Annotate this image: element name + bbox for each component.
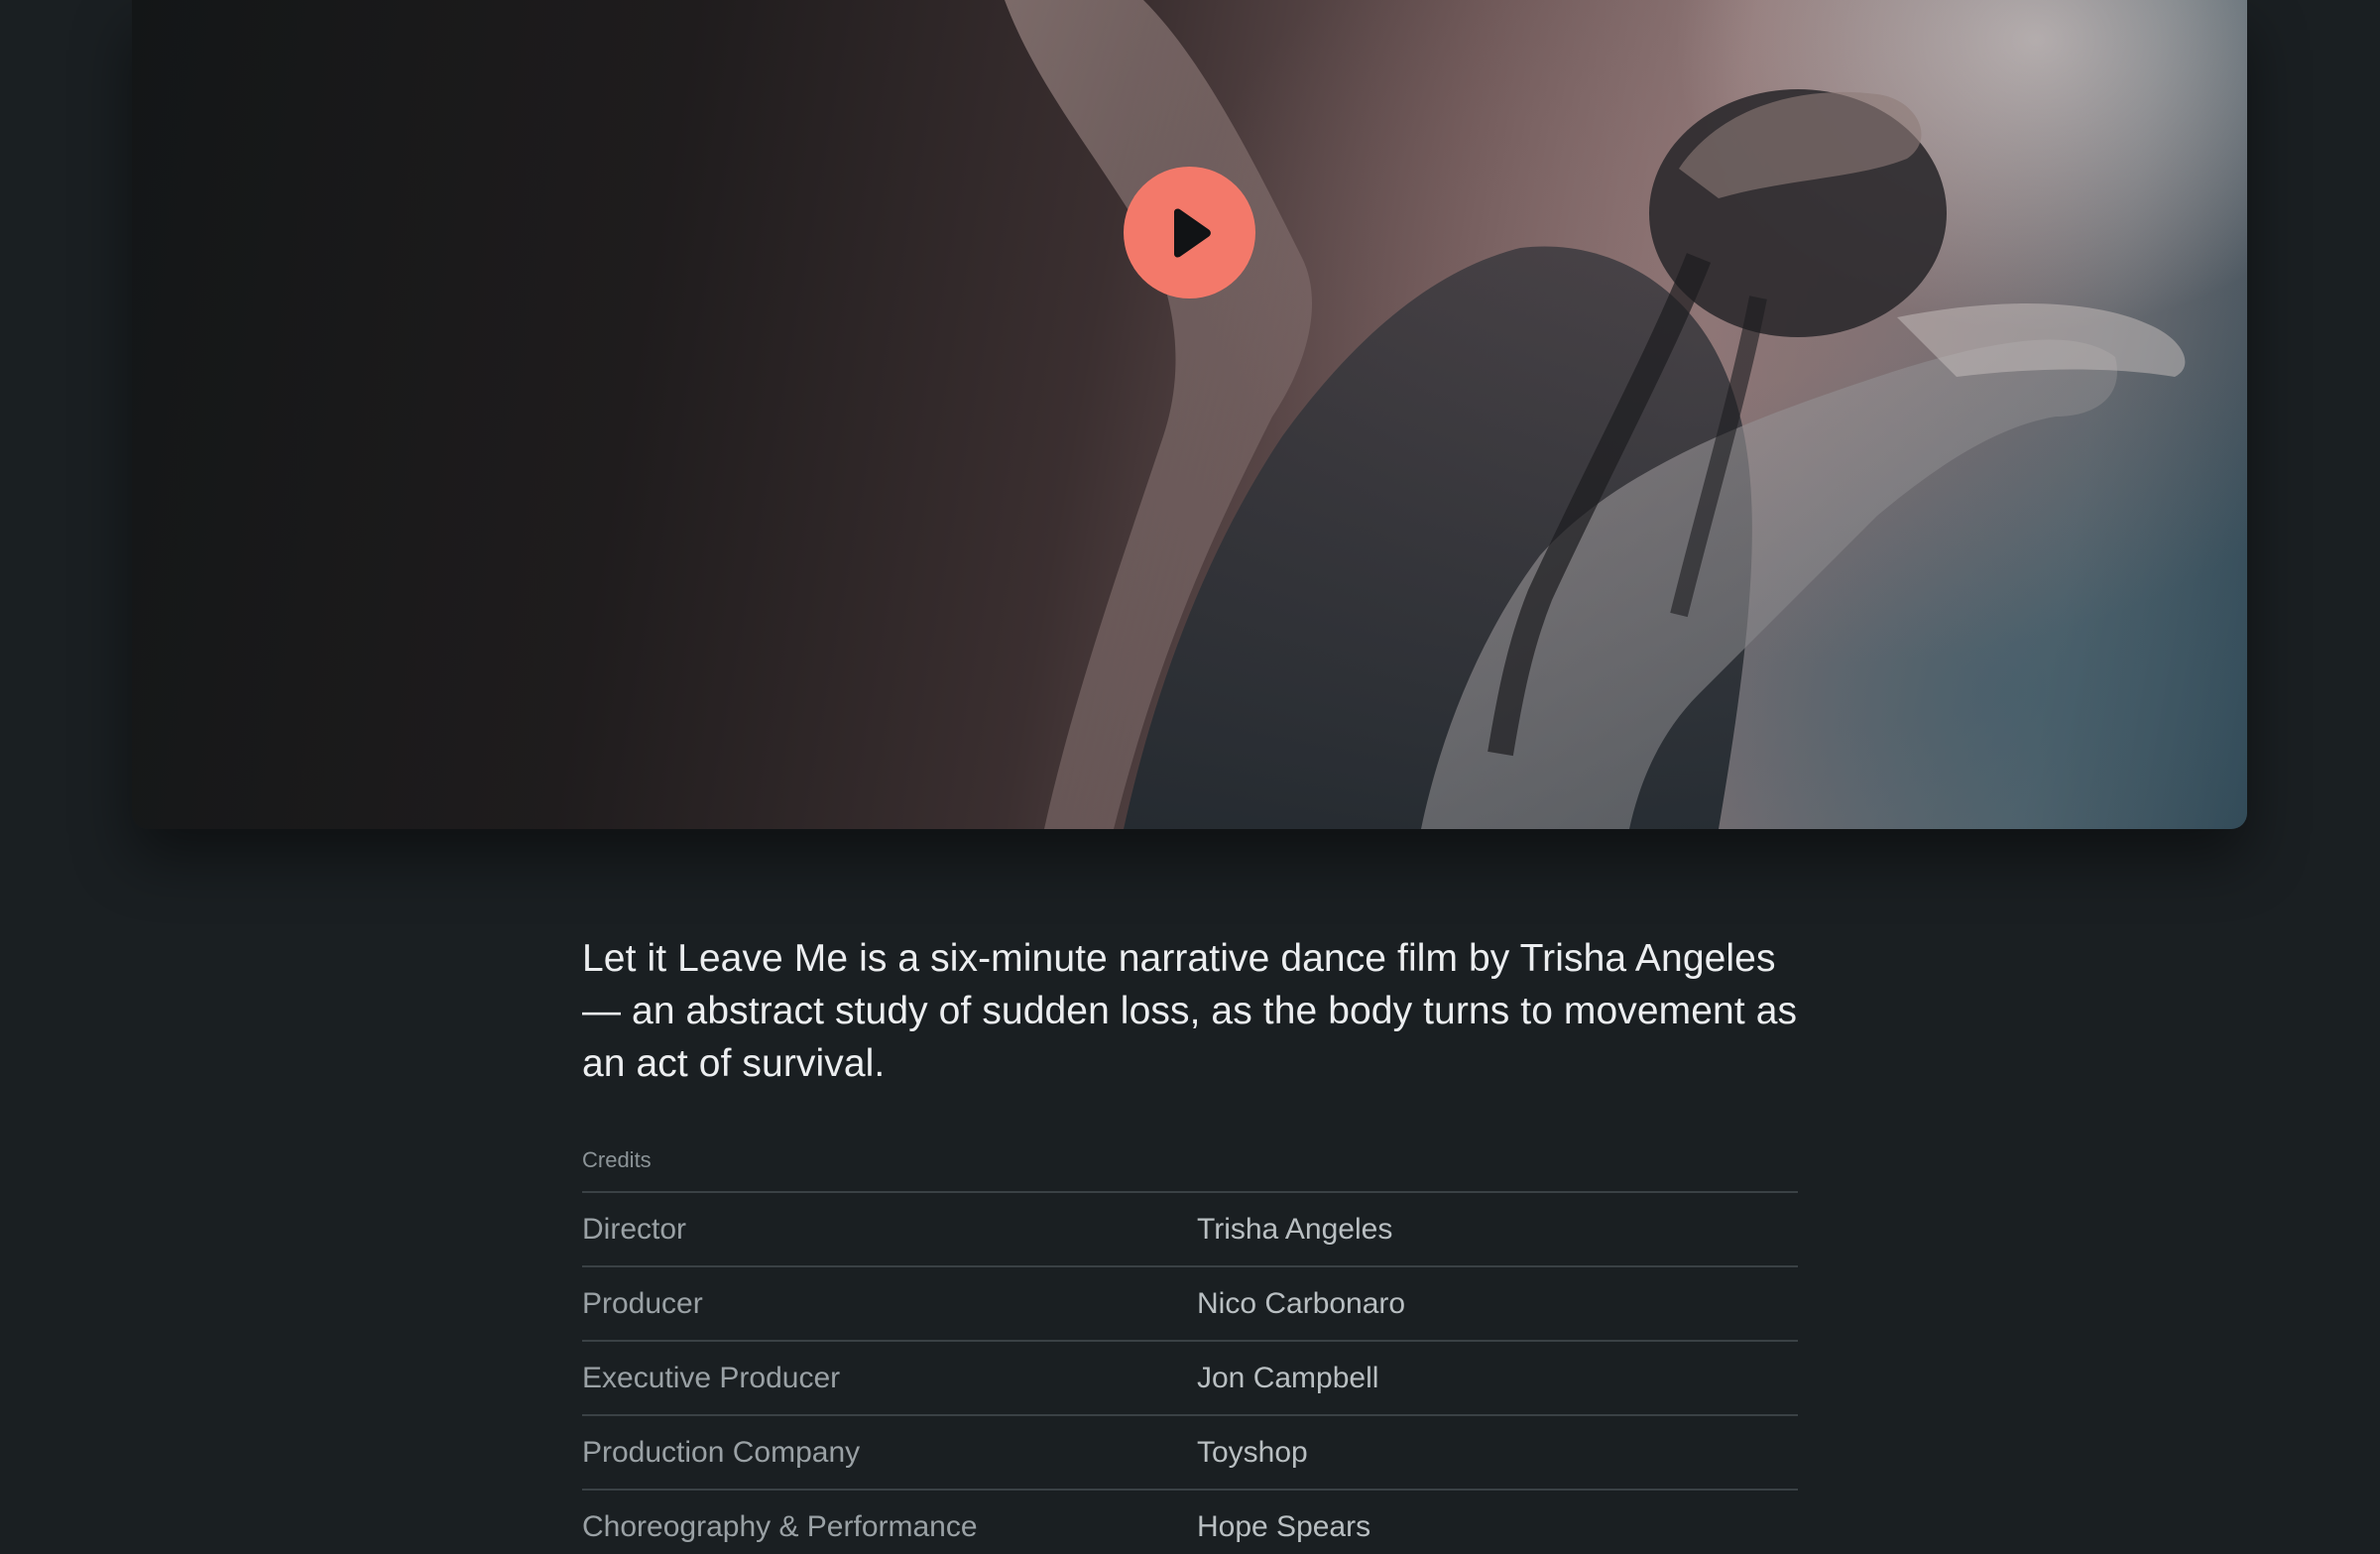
credit-name: Toyshop — [1197, 1435, 1308, 1469]
credit-role: Executive Producer — [582, 1361, 841, 1394]
film-info: Let it Leave Me is a six-minute narrativ… — [582, 932, 1798, 1554]
play-button[interactable] — [1124, 167, 1255, 299]
page: Let it Leave Me is a six-minute narrativ… — [0, 0, 2380, 1554]
credits-heading: Credits — [582, 1147, 652, 1172]
credits-table: Director Trisha Angeles Producer Nico Ca… — [582, 1191, 1798, 1554]
credit-row: Choreography & Performance Hope Spears — [582, 1491, 1798, 1554]
credit-row: Director Trisha Angeles — [582, 1193, 1798, 1267]
video-still-dancer — [1005, 0, 2186, 829]
video-player[interactable] — [132, 0, 2247, 829]
credit-role: Director — [582, 1212, 687, 1246]
credit-name: Nico Carbonaro — [1197, 1286, 1406, 1320]
credit-row: Production Company Toyshop — [582, 1416, 1798, 1491]
credit-role: Producer — [582, 1286, 703, 1320]
credit-name: Hope Spears — [1197, 1509, 1371, 1543]
credit-row: Executive Producer Jon Campbell — [582, 1342, 1798, 1416]
credit-role: Choreography & Performance — [582, 1509, 978, 1543]
credit-role: Production Company — [582, 1435, 861, 1469]
credit-name: Jon Campbell — [1197, 1361, 1379, 1394]
credit-name: Trisha Angeles — [1197, 1212, 1393, 1246]
credit-row: Producer Nico Carbonaro — [582, 1267, 1798, 1342]
film-description: Let it Leave Me is a six-minute narrativ… — [582, 937, 1798, 1085]
play-icon — [1173, 207, 1211, 258]
